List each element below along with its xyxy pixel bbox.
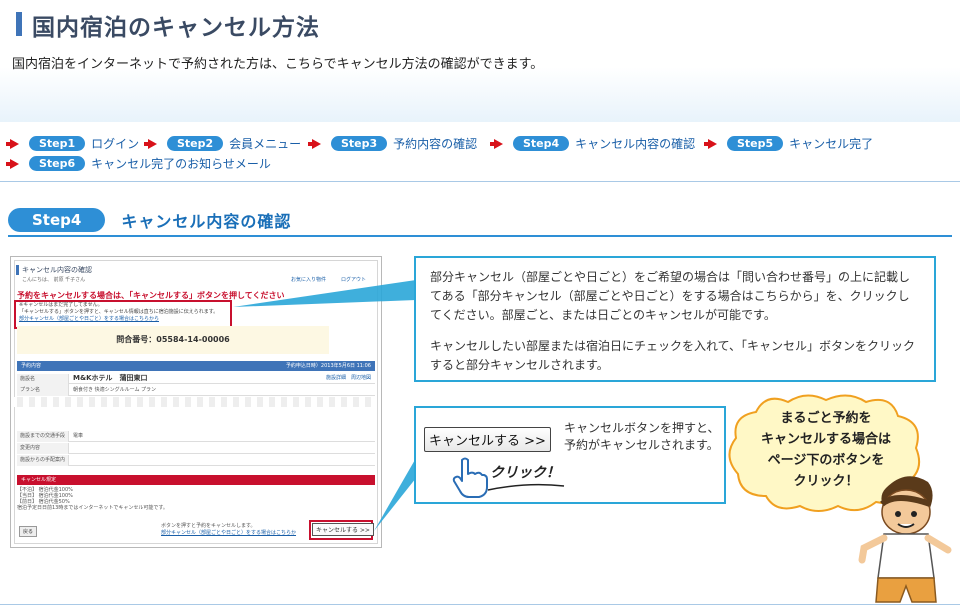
arrow-right-icon xyxy=(6,138,19,149)
nav-step-label: キャンセル完了 xyxy=(789,137,874,151)
table-row: 施設名 M&Kホテル 蒲田東口 施設詳細 周辺地図 xyxy=(17,373,375,385)
burst-line: キャンセルする場合は xyxy=(760,432,891,447)
row-value xyxy=(69,445,73,451)
reservation-date: 予約申込日時）2013年5月6日 11:06 xyxy=(285,363,371,369)
nav-step5[interactable]: Step5 キャンセル完了 xyxy=(704,135,874,152)
callout-paragraph: キャンセルしたい部屋または宿泊日にチェックを入れて、「キャンセル」ボタンをクリッ… xyxy=(430,339,916,372)
step-pill: Step5 xyxy=(727,136,784,151)
partial-cancel-callout: 部分キャンセル（部屋ごとや日ごと）をご希望の場合は「問い合わせ番号」の上に記載し… xyxy=(414,256,936,382)
screenshot-cancel-button: キャンセルする >> xyxy=(312,523,374,536)
reservation-header-bar: 予約内容 予約申込日時）2013年5月6日 11:06 xyxy=(17,361,375,371)
footer-partial-link: 部分キャンセル（部屋ごとや日ごと）をする場合はこちらか xyxy=(161,530,297,536)
row-link: 施設詳細 周辺地図 xyxy=(325,375,371,381)
cancel-button-callout: キャンセルする >> クリック！ キャンセルボタンを押すと、予約がキャンセルされ… xyxy=(414,406,726,504)
table-row: プラン名 朝食付き 快適シングルルーム プラン xyxy=(17,385,375,396)
screenshot-logout-link: ログアウト xyxy=(341,277,367,283)
step-pill: Step1 xyxy=(29,136,86,151)
nav-step6[interactable]: Step6 キャンセル完了のお知らせメール xyxy=(6,155,271,172)
row-key: プラン名 xyxy=(17,385,69,396)
screenshot-back-button: 戻る xyxy=(19,526,38,537)
screenshot-footer: ボタンを押すと予約をキャンセルします。 部分キャンセル（部屋ごとや日ごと）をする… xyxy=(161,523,296,537)
arrow-right-icon xyxy=(704,138,717,149)
table-row: 変更内容 xyxy=(17,443,375,454)
step-pill: Step4 xyxy=(513,136,570,151)
cancel-page-screenshot: キャンセル内容の確認 こんにちは、 前原 千子さん お気に入り物件 ログアウト … xyxy=(10,256,382,548)
step-pill: Step2 xyxy=(167,136,224,151)
cancel-rule: 宿泊予定日日前13時まではインターネットでキャンセル可能です。 xyxy=(17,505,168,511)
arrow-right-icon xyxy=(490,138,503,149)
screenshot-favorites-link: お気に入り物件 xyxy=(291,277,327,283)
nav-step-label: ログイン xyxy=(91,137,140,151)
nav-step-label: 予約内容の確認 xyxy=(393,137,478,151)
cancel-button-explanation: キャンセルボタンを押すと、予約がキャンセルされます。 xyxy=(564,421,720,452)
click-underline xyxy=(487,483,565,491)
row-key: 施設からの手配案内 xyxy=(17,455,69,466)
row-value: M&Kホテル 蒲田東口 xyxy=(73,374,148,382)
step-pill: Step6 xyxy=(29,156,86,171)
nav-step4[interactable]: Step4 キャンセル内容の確認 xyxy=(490,135,696,152)
nav-step-label: キャンセル内容の確認 xyxy=(575,137,696,151)
arrow-right-icon xyxy=(308,138,321,149)
nav-step-label: 会員メニュー xyxy=(229,137,302,151)
cancel-button-sample: キャンセルする >> xyxy=(424,427,551,452)
row-value: 朝食付き 快適シングルルーム プラン xyxy=(73,387,157,393)
footer-text: ボタンを押すと予約をキャンセルします。 xyxy=(161,523,256,529)
page-intro: 国内宿泊をインターネットで予約された方は、こちらでキャンセル方法の確認ができます… xyxy=(12,57,544,72)
row-value xyxy=(69,457,73,463)
title-accent-bar xyxy=(16,12,22,36)
note-line: ※キャンセルはまだ完了してません。 xyxy=(19,302,103,308)
screenshot-greeting: こんにちは、 前原 千子さん xyxy=(22,277,86,283)
row-key: 変更内容 xyxy=(17,443,69,454)
inquiry-number: 問合番号：05584-14-00006 xyxy=(17,326,329,354)
nav-step-label: キャンセル完了のお知らせメール xyxy=(91,157,271,171)
nav-step1[interactable]: Step1 ログイン xyxy=(6,135,140,152)
nav-step3[interactable]: Step3 予約内容の確認 xyxy=(308,135,478,152)
cancel-policy: 【不泊】 宿泊代金100% 【当日】 宿泊代金100% 【前日】 宿泊代金50%… xyxy=(17,487,168,511)
arrow-right-icon xyxy=(144,138,157,149)
table-row: 施設までの交通手段 電車 xyxy=(17,431,375,442)
click-label: クリック！ xyxy=(490,465,560,481)
mascot-character-icon xyxy=(858,476,952,603)
callout-paragraph: 部分キャンセル（部屋ごとや日ごと）をご希望の場合は「問い合わせ番号」の上に記載し… xyxy=(430,270,911,322)
section-underline xyxy=(8,235,952,237)
screenshot-note: ※キャンセルはまだ完了してません。 「キャンセルする」ボタンを押すと、キャンセル… xyxy=(19,302,218,323)
nav-step2[interactable]: Step2 会員メニュー xyxy=(144,135,302,152)
row-key: 施設までの交通手段 xyxy=(17,431,69,442)
reservation-header: 予約内容 xyxy=(21,363,42,369)
arrow-right-icon xyxy=(6,158,19,169)
page-header: 国内宿泊のキャンセル方法 国内宿泊をインターネットで予約された方は、こちらでキャ… xyxy=(0,0,960,122)
cancel-policy-header-bar: キャンセル規定 xyxy=(17,475,375,485)
pointing-hand-icon xyxy=(452,457,488,498)
cancel-policy-header: キャンセル規定 xyxy=(21,477,57,483)
section-title: キャンセル内容の確認 xyxy=(121,212,292,231)
section-step-pill: Step4 xyxy=(8,208,106,232)
table-row: 施設からの手配案内 xyxy=(17,455,375,466)
page-title: 国内宿泊のキャンセル方法 xyxy=(32,15,320,41)
row-value: 電車 xyxy=(73,433,84,439)
divider xyxy=(0,181,960,182)
step-pill: Step3 xyxy=(331,136,388,151)
divider xyxy=(0,604,960,605)
note-line: 「キャンセルする」ボタンを押すと、キャンセル情報は直ちに宿泊施設に伝えられます。 xyxy=(19,309,219,315)
screenshot-title-bar xyxy=(16,265,19,275)
burst-line: まるごと予約を xyxy=(780,411,872,426)
partial-cancel-link: 部分キャンセル（部屋ごとや日ごと）をする場合はこちらから xyxy=(19,316,160,322)
screenshot-title: キャンセル内容の確認 xyxy=(22,266,92,274)
screenshot-tear xyxy=(11,397,377,407)
section-heading: Step4 キャンセル内容の確認 xyxy=(8,208,291,232)
row-key: 施設名 xyxy=(17,374,69,385)
